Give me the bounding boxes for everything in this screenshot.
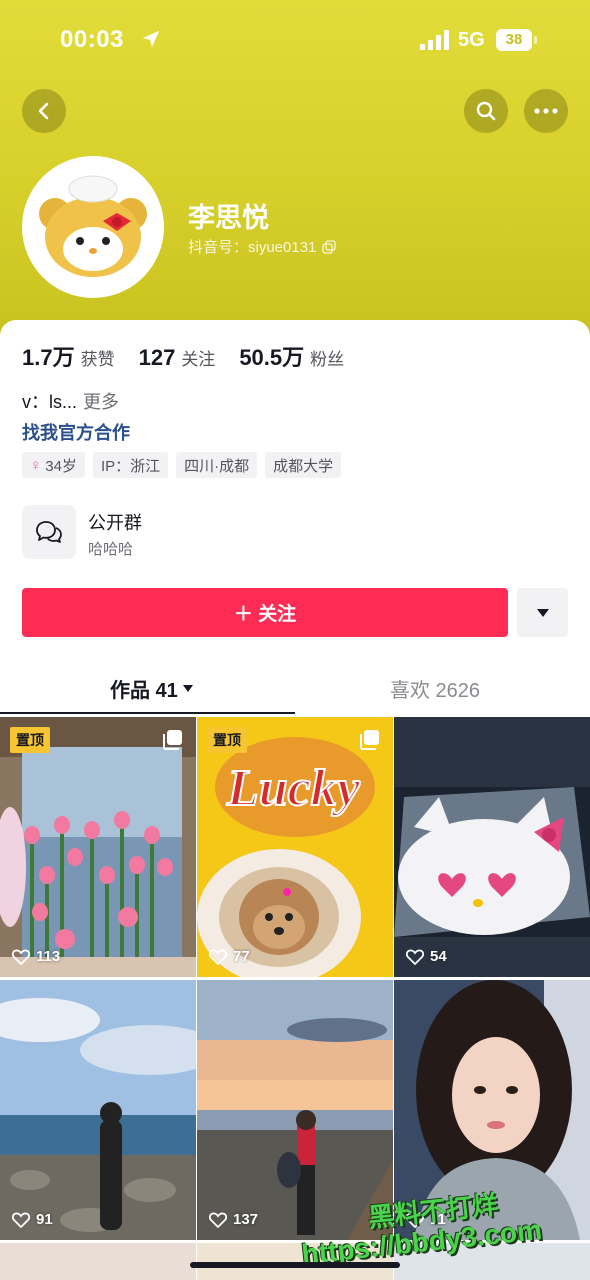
public-group-entry[interactable]: 公开群 哈哈哈	[22, 505, 568, 561]
tulips-image	[0, 717, 196, 977]
tab-likes[interactable]: 喜欢 2626	[390, 674, 480, 703]
profile-tags: ♀ 34岁 IP：浙江 四川·成都 成都大学	[22, 452, 342, 478]
tab-works[interactable]: 作品 41	[110, 674, 194, 703]
content-tabs: 作品 41 喜欢 2626	[0, 662, 590, 716]
network-type: 5G	[458, 29, 485, 51]
like-count-text: 137	[233, 1211, 259, 1228]
stat-likes[interactable]: 1.7万 获赞	[22, 340, 115, 372]
status-time: 00:03	[60, 26, 124, 53]
battery-level: 38	[505, 31, 523, 48]
video-thumbnail[interactable]	[0, 1243, 196, 1280]
tag-age: ♀ 34岁	[22, 452, 85, 478]
video-thumbnail[interactable]: 91	[0, 980, 196, 1240]
like-count-text: 113	[36, 948, 61, 965]
caret-down-icon	[536, 608, 549, 617]
follow-dropdown-button[interactable]	[517, 588, 568, 637]
caret-down-icon	[182, 685, 193, 692]
stat-likes-label: 获赞	[80, 350, 115, 369]
douyin-id: 抖音号：siyue0131	[188, 236, 337, 257]
like-count: 137	[209, 1211, 258, 1228]
follow-button[interactable]: ＋ 关注	[22, 588, 508, 637]
like-count-text: 54	[430, 948, 447, 965]
active-tab-indicator	[0, 712, 295, 714]
stat-following[interactable]: 127 关注	[139, 345, 216, 371]
video-thumbnail[interactable]: 置顶 113	[0, 717, 196, 977]
stat-followers-label: 粉丝	[310, 350, 345, 369]
username: 李思悦	[188, 203, 269, 233]
stats-row: 1.7万 获赞 127 关注 50.5万 粉丝	[22, 340, 368, 372]
avatar[interactable]	[22, 156, 164, 298]
like-count: 54	[406, 948, 447, 965]
stat-followers-number: 50.5万	[239, 345, 305, 370]
tag-ip: IP：浙江	[92, 452, 169, 478]
chevron-left-icon	[38, 102, 49, 120]
multi-image-icon	[163, 730, 182, 750]
video-thumbnail[interactable]: Lucky 置顶 77	[197, 717, 393, 977]
like-count-text: 91	[36, 1211, 53, 1228]
heart-icon	[209, 949, 227, 965]
bio-more-link[interactable]: 更多	[83, 392, 119, 412]
like-count: 91	[12, 1211, 53, 1228]
stat-followers[interactable]: 50.5万 粉丝	[239, 340, 344, 372]
collab-link[interactable]: 找我官方合作	[22, 419, 130, 445]
svg-text:Lucky: Lucky	[226, 760, 361, 817]
heart-icon	[12, 949, 30, 965]
tag-location: 四川·成都	[176, 452, 258, 478]
group-chat-icon	[22, 505, 76, 559]
search-button[interactable]	[464, 89, 508, 133]
heart-icon	[209, 1212, 227, 1228]
heart-icon	[406, 949, 424, 965]
multi-image-icon	[360, 730, 379, 750]
like-count: 77	[209, 948, 250, 965]
tab-works-label: 作品 41	[110, 680, 178, 702]
pinned-badge: 置顶	[10, 727, 50, 753]
bio: v：ls... 更多	[22, 388, 119, 414]
copy-icon[interactable]	[322, 239, 337, 254]
pinned-badge: 置顶	[207, 727, 247, 753]
status-bar: 00:03 5G 38	[0, 0, 590, 80]
stat-likes-number: 1.7万	[22, 345, 75, 370]
stat-following-number: 127	[138, 345, 176, 370]
more-options-button[interactable]	[524, 89, 568, 133]
douyin-id-text: 抖音号：siyue0131	[188, 239, 317, 256]
back-button[interactable]	[22, 89, 66, 133]
video-thumbnail[interactable]: 54	[394, 717, 590, 977]
location-arrow-icon	[142, 30, 160, 48]
dog-image: Lucky	[197, 717, 393, 977]
more-dots-icon	[534, 108, 558, 114]
seaside-image	[0, 980, 196, 1240]
battery-icon: 38	[496, 29, 538, 51]
heart-icon	[12, 1212, 30, 1228]
tag-age-label: 34岁	[45, 457, 77, 475]
like-count: 113	[12, 948, 60, 965]
bio-text: v：ls...	[22, 392, 78, 412]
hello-kitty-cake-image	[394, 717, 590, 977]
stat-following-label: 关注	[181, 350, 216, 369]
tag-school[interactable]: 成都大学	[265, 452, 342, 478]
group-subtitle: 哈哈哈	[88, 541, 134, 558]
group-title: 公开群	[88, 513, 142, 533]
hello-kitty-bear-avatar-icon	[25, 159, 161, 295]
search-icon	[476, 101, 496, 121]
home-indicator	[190, 1262, 400, 1268]
like-count-text: 77	[233, 948, 250, 965]
signal-icon	[420, 30, 449, 50]
female-icon: ♀	[30, 456, 42, 474]
